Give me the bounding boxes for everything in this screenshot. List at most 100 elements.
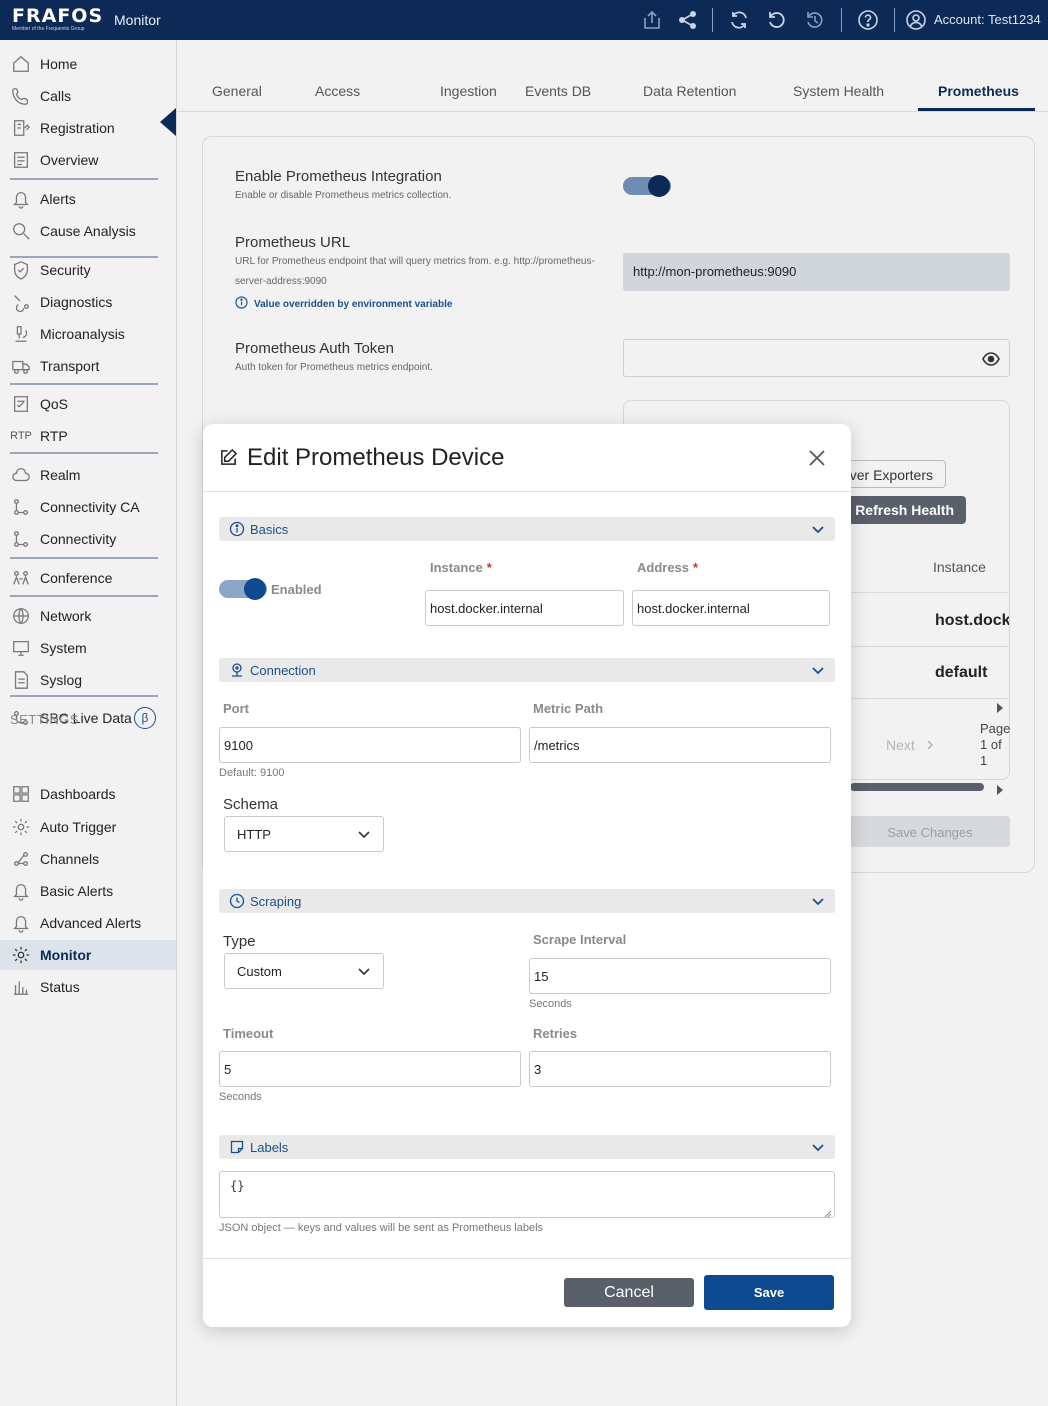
gear-icon: [10, 944, 32, 966]
truck-icon: [10, 355, 32, 377]
scraping-section-header[interactable]: Scraping: [219, 889, 835, 913]
sidebar-item-label: Microanalysis: [40, 326, 125, 342]
close-icon[interactable]: [805, 446, 829, 470]
account-label[interactable]: Account: Test1234: [934, 12, 1041, 27]
tab-events-db[interactable]: Events DB: [525, 83, 591, 99]
rtp-icon: RTP: [10, 430, 32, 442]
auth-token-title: Prometheus Auth Token: [235, 340, 394, 357]
sidebar-item-overview[interactable]: Overview: [0, 145, 176, 175]
view-exporters-button[interactable]: ver Exporters: [836, 460, 946, 488]
metric-path-label: Metric Path: [533, 701, 604, 716]
required-mark: *: [486, 560, 492, 575]
prometheus-url-input[interactable]: http://mon-prometheus:9090: [623, 253, 1010, 291]
sidebar-item-realm[interactable]: Realm: [0, 460, 176, 490]
tab-general[interactable]: General: [212, 83, 262, 99]
type-select[interactable]: Custom: [224, 953, 384, 989]
sidebar-item-label: Home: [40, 56, 78, 72]
scroll-right-icon[interactable]: [996, 782, 1004, 800]
sync-icon[interactable]: [728, 9, 750, 31]
enabled-label: Enabled: [271, 582, 322, 597]
metric-path-input[interactable]: /metrics: [529, 727, 831, 763]
labels-json-textarea[interactable]: {}: [219, 1171, 835, 1218]
timeout-input[interactable]: 5: [219, 1051, 521, 1087]
basics-section-header[interactable]: Basics: [219, 517, 835, 541]
sidebar-item-advanced-alerts[interactable]: Advanced Alerts: [0, 908, 176, 938]
next-page-button[interactable]: Next: [886, 737, 934, 753]
chevron-down-icon: [811, 663, 825, 677]
sidebar-item-label: Channels: [40, 851, 100, 867]
tab-data-retention[interactable]: Data Retention: [643, 83, 736, 99]
tab-ingestion[interactable]: Ingestion: [440, 83, 497, 99]
sidebar-item-label: Syslog: [40, 672, 83, 688]
monitor-icon: [10, 637, 32, 659]
save-button[interactable]: Save: [704, 1275, 834, 1310]
sidebar-item-rtp[interactable]: RTP RTP: [0, 421, 176, 451]
export-icon[interactable]: [641, 9, 663, 31]
sidebar-item-home[interactable]: Home: [0, 49, 176, 79]
schema-selected-value: HTTP: [237, 827, 271, 842]
sidebar-item-basic-alerts[interactable]: Basic Alerts: [0, 876, 176, 906]
sidebar-item-label: Monitor: [40, 947, 92, 963]
sidebar-item-auto-trigger[interactable]: Auto Trigger: [0, 812, 176, 842]
refresh-icon[interactable]: [766, 9, 788, 31]
address-input[interactable]: host.docker.internal: [632, 590, 830, 626]
frafos-logo[interactable]: FRAFOS Member of the Frequentis Group: [12, 6, 102, 34]
sidebar-item-cause-analysis[interactable]: Cause Analysis: [0, 216, 176, 246]
auth-token-input[interactable]: [623, 339, 1010, 377]
sidebar-item-status[interactable]: Status: [0, 972, 176, 1002]
bell-icon: [10, 880, 32, 902]
help-icon[interactable]: [857, 9, 879, 31]
edit-device-modal: Edit Prometheus Device Basics Enabled In…: [203, 424, 851, 1327]
sidebar-item-monitor[interactable]: Monitor: [0, 940, 176, 970]
retries-input[interactable]: 3: [529, 1051, 831, 1087]
auth-token-desc: Auth token for Prometheus metrics endpoi…: [235, 362, 433, 373]
enable-integration-title: Enable Prometheus Integration: [235, 168, 442, 185]
sidebar-item-label: Overview: [40, 152, 99, 168]
tab-prometheus[interactable]: Prometheus: [938, 83, 1019, 99]
cancel-button[interactable]: Cancel: [564, 1278, 694, 1307]
sidebar-item-microanalysis[interactable]: Microanalysis: [0, 319, 176, 349]
scrape-interval-input[interactable]: 15: [529, 958, 831, 994]
connection-section-header[interactable]: Connection: [219, 658, 835, 682]
sidebar-item-security[interactable]: Security: [0, 255, 176, 285]
horizontal-scrollbar[interactable]: [850, 783, 984, 791]
sidebar-item-connectivity[interactable]: Connectivity: [0, 524, 176, 554]
account-icon[interactable]: [905, 9, 927, 31]
sidebar-item-transport[interactable]: Transport: [0, 351, 176, 381]
instance-input[interactable]: host.docker.internal: [425, 590, 624, 626]
share-icon[interactable]: [677, 9, 699, 31]
tab-access[interactable]: Access: [315, 83, 360, 99]
sidebar-item-network[interactable]: Network: [0, 601, 176, 631]
sidebar-item-registration[interactable]: Registration: [0, 113, 176, 143]
sidebar-item-channels[interactable]: Channels: [0, 844, 176, 874]
history-icon[interactable]: [804, 9, 826, 31]
sidebar-separator: [10, 695, 158, 697]
prometheus-url-desc-1: URL for Prometheus endpoint that will qu…: [235, 256, 595, 267]
edit-icon: [219, 448, 238, 472]
save-changes-button[interactable]: Save Changes: [850, 816, 1010, 847]
schema-select[interactable]: HTTP: [224, 816, 384, 852]
sidebar-item-diagnostics[interactable]: Diagnostics: [0, 287, 176, 317]
scroll-right-icon[interactable]: [996, 700, 1004, 718]
sidebar-item-system[interactable]: System: [0, 633, 176, 663]
resize-handle-icon[interactable]: [824, 1207, 832, 1218]
active-tab-indicator: [918, 108, 1035, 111]
sidebar-item-alerts[interactable]: Alerts: [0, 184, 176, 214]
sidebar-item-dashboards[interactable]: Dashboards: [0, 779, 176, 809]
sidebar-item-calls[interactable]: Calls: [0, 81, 176, 111]
grid-icon: [10, 783, 32, 805]
chevron-down-icon: [811, 522, 825, 536]
eye-icon[interactable]: [982, 352, 1000, 371]
labels-section-header[interactable]: Labels: [219, 1135, 835, 1159]
table-cell-instance: host.docke: [935, 612, 1009, 629]
sidebar-item-connectivity-ca[interactable]: Connectivity CA: [0, 492, 176, 522]
beta-badge: β: [134, 707, 156, 729]
channels-icon: [10, 848, 32, 870]
sidebar-item-syslog[interactable]: Syslog: [0, 665, 176, 695]
refresh-health-button[interactable]: Refresh Health: [848, 496, 966, 524]
sidebar-item-conference[interactable]: Conference: [0, 563, 176, 593]
port-input[interactable]: 9100: [219, 727, 521, 763]
sidebar-item-qos[interactable]: QoS: [0, 389, 176, 419]
gear-icon: [10, 816, 32, 838]
tab-system-health[interactable]: System Health: [793, 83, 884, 99]
